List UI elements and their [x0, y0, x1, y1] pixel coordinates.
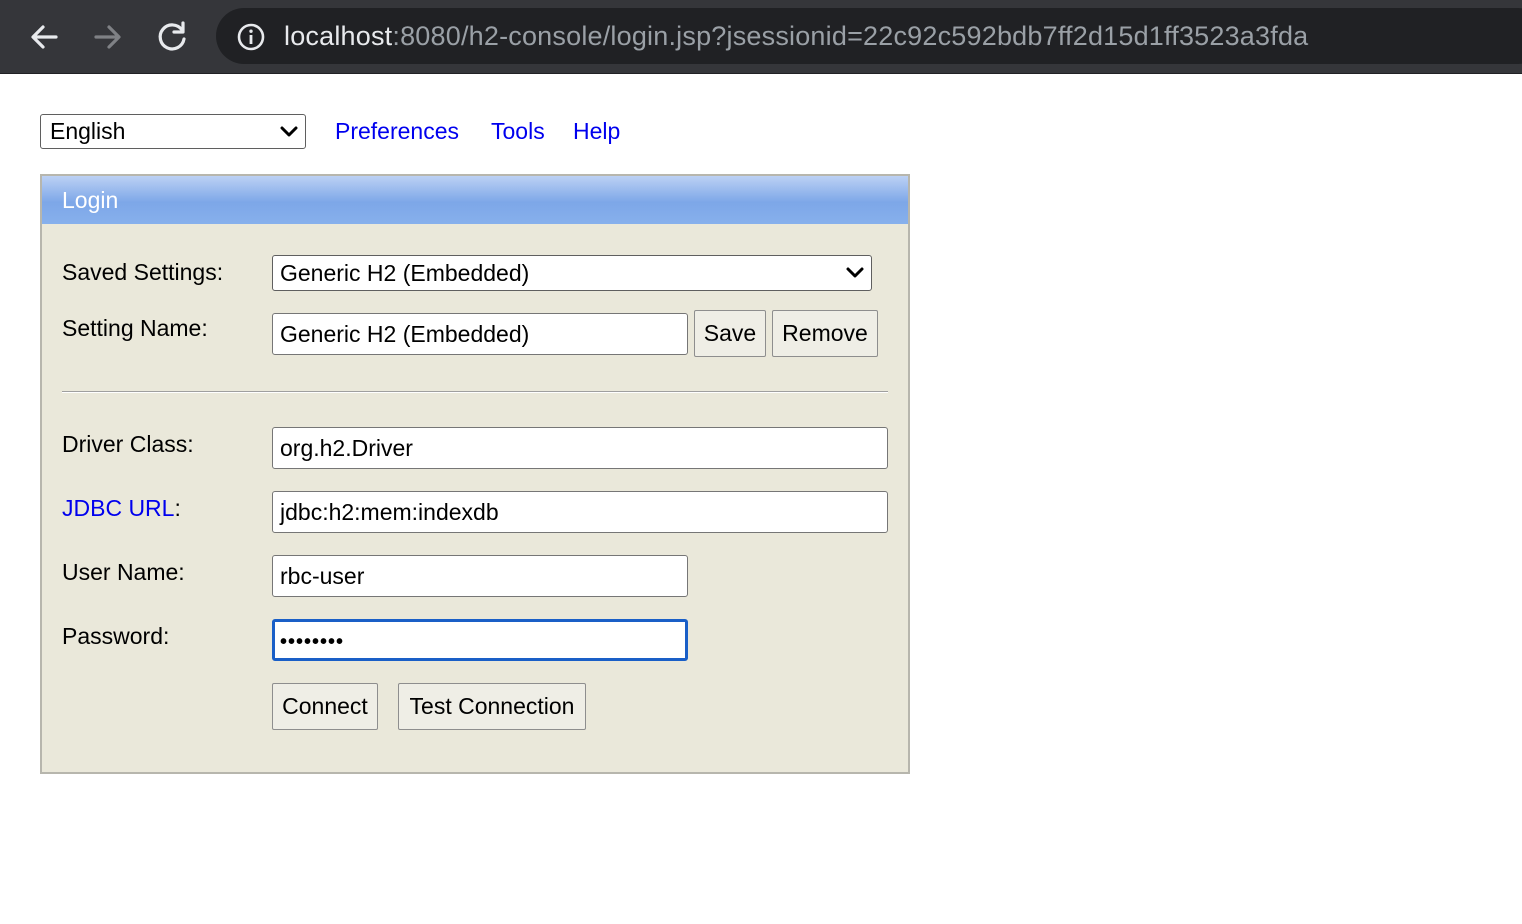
back-arrow-icon[interactable]	[24, 17, 64, 57]
tools-link[interactable]: Tools	[491, 116, 545, 146]
info-icon[interactable]	[236, 22, 266, 52]
panel-title: Login	[42, 176, 908, 224]
language-select-value: English	[50, 118, 126, 144]
preferences-link[interactable]: Preferences	[335, 116, 459, 146]
url-host: localhost	[284, 21, 393, 51]
password-mask: ••••••••	[280, 631, 345, 653]
user-name-label: User Name:	[62, 559, 185, 585]
setting-name-input[interactable]: Generic H2 (Embedded)	[272, 313, 688, 355]
driver-class-input[interactable]: org.h2.Driver	[272, 427, 888, 469]
login-panel: Login Saved Settings: Generic H2 (Embedd…	[40, 174, 910, 774]
address-bar[interactable]: localhost:8080/h2-console/login.jsp?jses…	[216, 8, 1522, 64]
help-link[interactable]: Help	[573, 116, 620, 146]
connect-button[interactable]: Connect	[272, 683, 378, 730]
password-input[interactable]: ••••••••	[272, 619, 688, 661]
reload-icon[interactable]	[152, 17, 192, 57]
browser-toolbar: localhost:8080/h2-console/login.jsp?jses…	[0, 0, 1522, 74]
remove-button[interactable]: Remove	[772, 310, 878, 357]
url-path: :8080/h2-console/login.jsp?jsessionid=22…	[392, 21, 1309, 51]
jdbc-url-input[interactable]: jdbc:h2:mem:indexdb	[272, 491, 888, 533]
test-connection-button[interactable]: Test Connection	[398, 683, 586, 730]
save-button[interactable]: Save	[694, 310, 766, 357]
jdbc-url-link[interactable]: JDBC URL	[62, 495, 174, 521]
chevron-down-icon	[846, 267, 864, 278]
saved-settings-label: Saved Settings:	[62, 259, 224, 285]
user-name-input[interactable]: rbc-user	[272, 555, 688, 597]
divider	[62, 391, 888, 393]
saved-settings-select[interactable]: Generic H2 (Embedded)	[272, 255, 872, 291]
saved-settings-value: Generic H2 (Embedded)	[280, 260, 530, 286]
jdbc-url-colon: :	[174, 495, 181, 521]
jdbc-url-label: JDBC URL:	[62, 493, 181, 523]
forward-arrow-icon[interactable]	[88, 17, 128, 57]
password-label: Password:	[62, 623, 170, 649]
driver-class-label: Driver Class:	[62, 431, 194, 457]
language-select[interactable]: English	[40, 114, 306, 149]
chevron-down-icon	[280, 126, 298, 137]
url-text[interactable]: localhost:8080/h2-console/login.jsp?jses…	[284, 19, 1308, 53]
setting-name-label: Setting Name:	[62, 315, 208, 341]
